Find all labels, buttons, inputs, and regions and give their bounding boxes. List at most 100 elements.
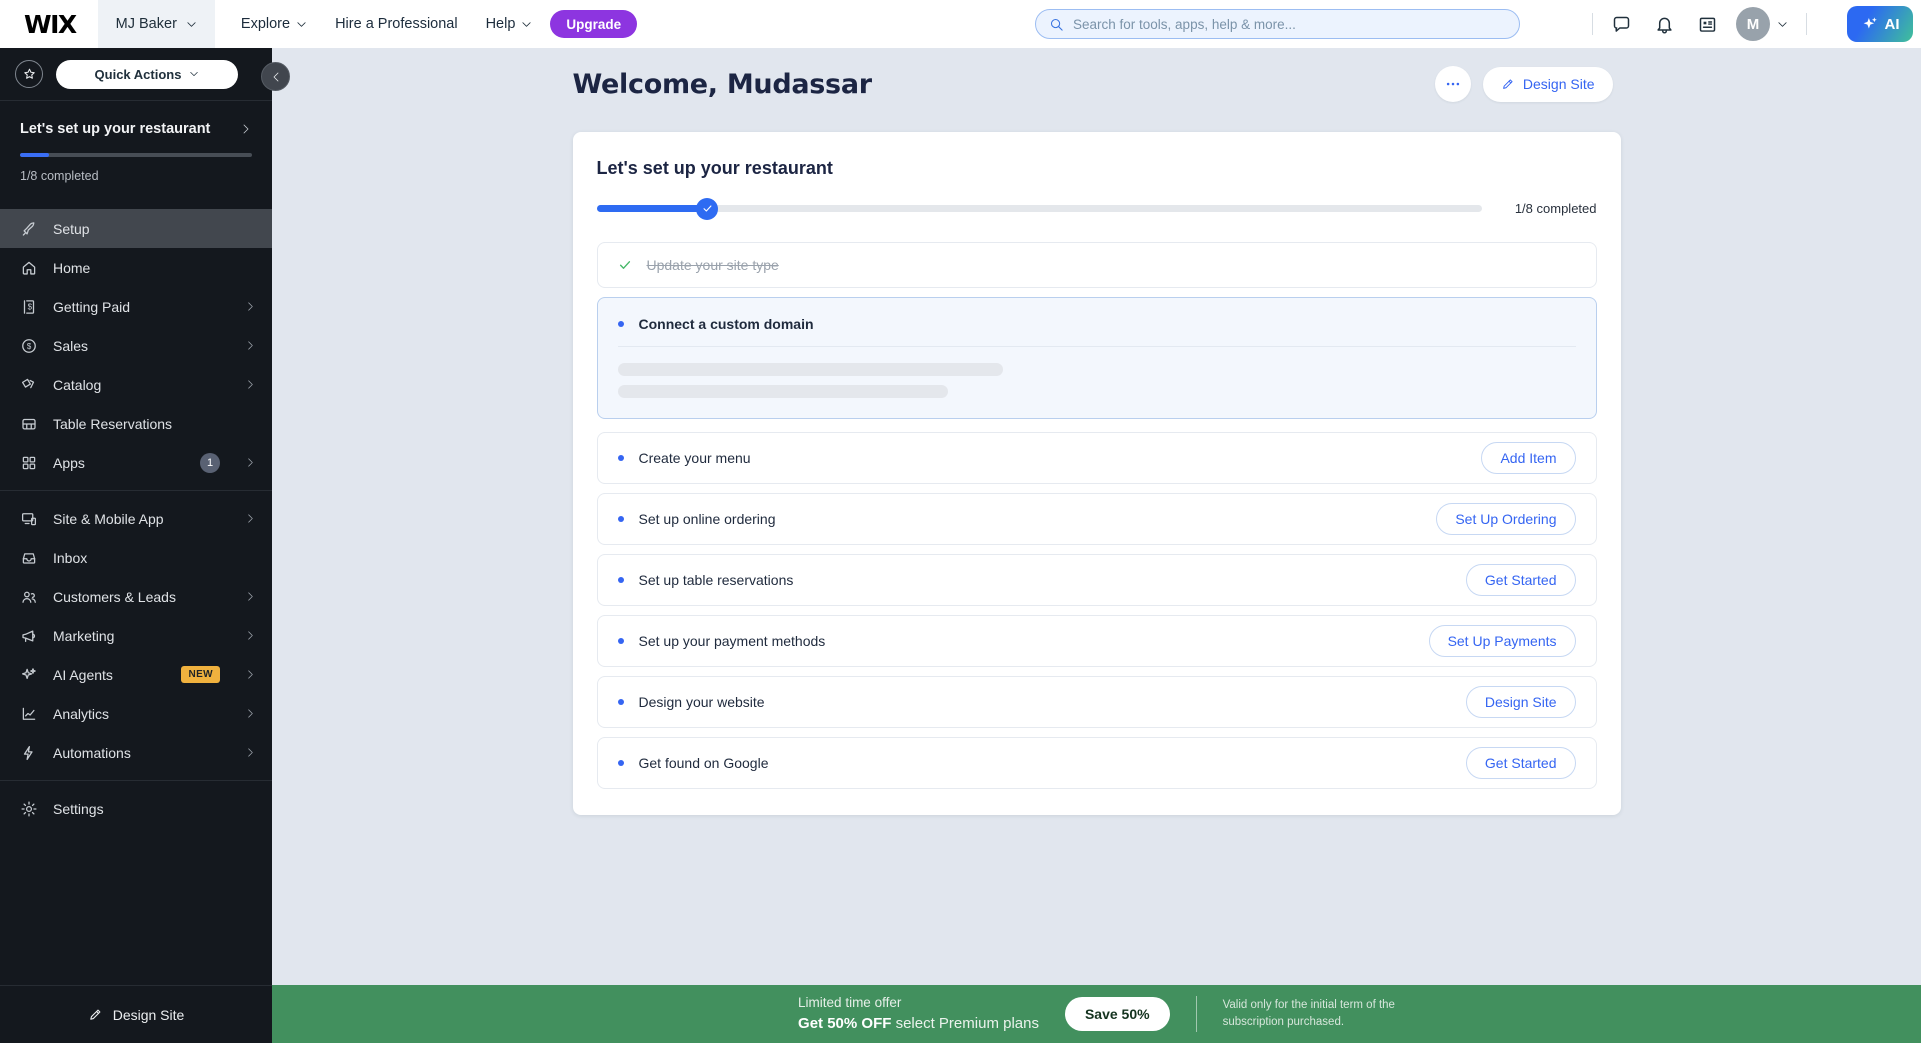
task-row[interactable]: Get found on Google Get Started	[597, 737, 1597, 789]
chat-icon[interactable]	[1611, 14, 1632, 35]
task-label: Get found on Google	[639, 755, 769, 771]
checklist-progress-fill	[597, 205, 708, 212]
checklist-progress-text: 1/8 completed	[1502, 201, 1597, 216]
sidebar-item[interactable]: Table Reservations	[0, 404, 272, 443]
sidebar-item[interactable]: Analytics	[0, 694, 272, 733]
bell-icon[interactable]	[1654, 14, 1675, 35]
upgrade-button[interactable]: Upgrade	[550, 10, 637, 38]
task-label: Design your website	[639, 694, 765, 710]
topbar-nav-item[interactable]: Help	[486, 16, 533, 32]
task-action-button[interactable]: Get Started	[1466, 564, 1576, 596]
quick-actions-button[interactable]: Quick Actions	[56, 60, 238, 89]
task-row[interactable]: Connect a custom domain	[597, 297, 1597, 419]
search-input[interactable]: Search for tools, apps, help & more...	[1035, 9, 1520, 39]
sidebar-item-label: Setup	[53, 221, 90, 237]
sidebar-item[interactable]: Customers & Leads	[0, 577, 272, 616]
chevron-right-icon	[245, 708, 256, 719]
star-icon	[22, 67, 37, 82]
banner-divider	[1196, 996, 1197, 1032]
sidebar-item[interactable]: Site & Mobile App	[0, 499, 272, 538]
sidebar-item-label: Getting Paid	[53, 299, 130, 315]
sidebar-item[interactable]: AI Agents NEW	[0, 655, 272, 694]
sidebar-item-label: Catalog	[53, 377, 101, 393]
save-50-button[interactable]: Save 50%	[1065, 997, 1170, 1031]
rocket-icon	[20, 220, 38, 238]
sidebar-item[interactable]: Setup	[0, 209, 272, 248]
topbar-nav-item[interactable]: Explore	[241, 16, 307, 32]
sidebar-item[interactable]: Apps 1	[0, 443, 272, 482]
site-mobile-icon	[20, 510, 38, 528]
sidebar-setup-progress: Let's set up your restaurant 1/8 complet…	[0, 101, 272, 201]
avatar: M	[1736, 7, 1770, 41]
apps-icon	[20, 454, 38, 472]
topbar-divider	[1806, 13, 1807, 35]
site-switcher-label: MJ Baker	[116, 16, 177, 32]
setup-progress-link[interactable]: Let's set up your restaurant	[20, 121, 252, 137]
banner-note-line1: Valid only for the initial term of the	[1223, 997, 1395, 1014]
chevron-right-icon	[240, 123, 252, 135]
sidebar-divider	[0, 780, 272, 781]
skeleton-line	[618, 385, 948, 398]
svg-text:$: $	[27, 341, 32, 350]
wix-logo[interactable]: WIX	[24, 10, 76, 39]
sales-icon: $	[20, 337, 38, 355]
home-icon	[20, 259, 38, 277]
task-action-button[interactable]: Set Up Payments	[1429, 625, 1576, 657]
task-action-button[interactable]: Add Item	[1481, 442, 1575, 474]
site-switcher[interactable]: MJ Baker	[98, 0, 215, 48]
task-action-button[interactable]: Design Site	[1466, 686, 1576, 718]
sidebar-item[interactable]: Inbox	[0, 538, 272, 577]
task-action-button[interactable]: Set Up Ordering	[1436, 503, 1575, 535]
sidebar-item[interactable]: $ Getting Paid	[0, 287, 272, 326]
task-row[interactable]: Create your menu Add Item	[597, 432, 1597, 484]
more-actions-button[interactable]	[1435, 66, 1471, 102]
sidebar-design-site-button[interactable]: Design Site	[0, 985, 272, 1043]
topbar-divider	[1592, 13, 1593, 35]
task-row[interactable]: Set up online ordering Set Up Ordering	[597, 493, 1597, 545]
chevron-left-icon	[270, 71, 282, 83]
design-site-button[interactable]: Design Site	[1483, 67, 1613, 102]
task-row[interactable]: Design your website Design Site	[597, 676, 1597, 728]
banner-line2: Get 50% OFF select Premium plans	[798, 1013, 1039, 1036]
new-badge: NEW	[181, 666, 220, 683]
svg-text:$: $	[28, 302, 33, 311]
bullet-dot-icon	[618, 699, 624, 705]
task-row[interactable]: Set up your payment methods Set Up Payme…	[597, 615, 1597, 667]
sidebar-item[interactable]: Settings	[0, 789, 272, 828]
task-row[interactable]: Set up table reservations Get Started	[597, 554, 1597, 606]
sidebar-item[interactable]: Marketing	[0, 616, 272, 655]
search-placeholder: Search for tools, apps, help & more...	[1073, 17, 1296, 32]
news-icon[interactable]	[1697, 14, 1718, 35]
sidebar-item[interactable]: Home	[0, 248, 272, 287]
sidebar-item-label: Customers & Leads	[53, 589, 176, 605]
task-action-button[interactable]: Get Started	[1466, 747, 1576, 779]
ai-assistant-button[interactable]: AI	[1847, 6, 1913, 42]
favorites-star-button[interactable]	[15, 60, 43, 88]
sidebar-collapse-button[interactable]	[261, 62, 290, 91]
sparkle-ai-icon	[1861, 15, 1879, 33]
setup-progress-bar	[20, 153, 252, 157]
task-label: Update your site type	[647, 257, 779, 273]
customers-icon	[20, 588, 38, 606]
sidebar-item[interactable]: Automations	[0, 733, 272, 772]
banner-line1: Limited time offer	[798, 993, 1039, 1013]
ai-agents-icon	[20, 666, 38, 684]
setup-progress-fill	[20, 153, 49, 157]
account-menu[interactable]: M	[1736, 7, 1788, 41]
count-badge: 1	[200, 453, 220, 473]
skeleton-line	[618, 363, 1003, 376]
getting-paid-icon: $	[20, 298, 38, 316]
sidebar-item-label: Inbox	[53, 550, 87, 566]
sidebar-item[interactable]: Catalog	[0, 365, 272, 404]
topbar-nav-item[interactable]: Hire a Professional	[335, 16, 458, 32]
bullet-dot-icon	[618, 516, 624, 522]
topbar-nav-label: Help	[486, 16, 516, 32]
task-row[interactable]: Update your site type	[597, 242, 1597, 288]
sidebar-item[interactable]: $ Sales	[0, 326, 272, 365]
banner-offer-bold: Get 50% OFF	[798, 1015, 891, 1032]
design-site-button-label: Design Site	[1523, 76, 1595, 92]
design-site-label: Design Site	[113, 1007, 185, 1023]
bullet-dot-icon	[618, 455, 624, 461]
task-label: Create your menu	[639, 450, 751, 466]
banner-offer-rest: select Premium plans	[891, 1015, 1039, 1032]
